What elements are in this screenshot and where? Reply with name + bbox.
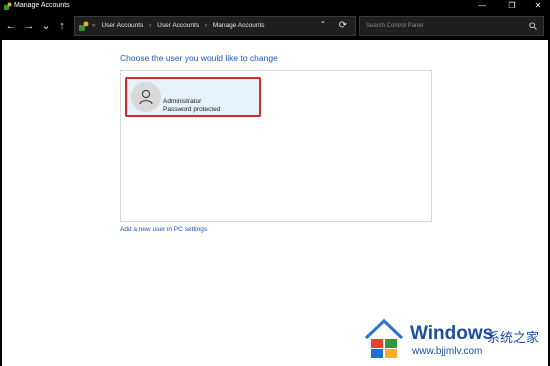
window-title: Manage Accounts — [14, 2, 70, 9]
control-panel-icon — [79, 21, 89, 31]
breadcrumb: « User Accounts › User Accounts › Manage… — [92, 17, 265, 35]
user-status: Password protected — [163, 106, 221, 113]
manage-accounts-window: Manage Accounts — ❐ ✕ ← → ⌄ ↑ « User Acc… — [0, 0, 550, 366]
navigation-bar: ← → ⌄ ↑ « User Accounts › User Accounts … — [0, 12, 550, 40]
search-icon — [529, 22, 537, 30]
maximize-button[interactable]: ❐ — [502, 0, 522, 12]
search-placeholder: Search Control Panel — [366, 23, 424, 29]
breadcrumb-item-user-accounts[interactable]: User Accounts — [101, 22, 143, 29]
user-tile-administrator[interactable]: Administrator Password protected — [125, 77, 261, 117]
content-area: Choose the user you would like to change… — [2, 40, 548, 366]
breadcrumb-item-user-accounts-2[interactable]: User Accounts — [157, 22, 199, 29]
user-icon — [139, 89, 153, 105]
breadcrumb-overflow[interactable]: « — [92, 22, 96, 29]
breadcrumb-item-manage-accounts[interactable]: Manage Accounts — [213, 22, 265, 29]
user-list: Administrator Password protected — [120, 70, 432, 222]
breadcrumb-separator: › — [204, 22, 208, 29]
address-bar[interactable]: « User Accounts › User Accounts › Manage… — [74, 16, 356, 36]
forward-button[interactable]: → — [22, 19, 36, 33]
avatar — [131, 82, 161, 112]
control-panel-icon — [4, 2, 12, 10]
refresh-button[interactable]: ⟳ — [332, 16, 354, 36]
add-new-user-link[interactable]: Add a new user in PC settings — [120, 226, 207, 233]
watermark-url: www.bjjmlv.com — [412, 346, 483, 357]
breadcrumb-separator: › — [149, 22, 152, 29]
recent-locations-button[interactable]: ⌄ — [39, 19, 53, 33]
user-name: Administrator — [163, 98, 202, 105]
close-button[interactable]: ✕ — [528, 0, 548, 12]
back-button[interactable]: ← — [4, 19, 18, 33]
watermark-brand: Windows — [410, 323, 494, 344]
windows-logo-icon — [364, 318, 404, 358]
address-dropdown-button[interactable]: ⌄ — [318, 16, 328, 26]
title-bar: Manage Accounts — ❐ ✕ — [0, 0, 550, 12]
up-button[interactable]: ↑ — [55, 19, 69, 33]
page-heading: Choose the user you would like to change — [120, 53, 278, 63]
watermark-brand-cn: 系统之家 — [487, 331, 540, 346]
minimize-button[interactable]: — — [472, 0, 492, 12]
search-input[interactable]: Search Control Panel — [359, 16, 544, 36]
